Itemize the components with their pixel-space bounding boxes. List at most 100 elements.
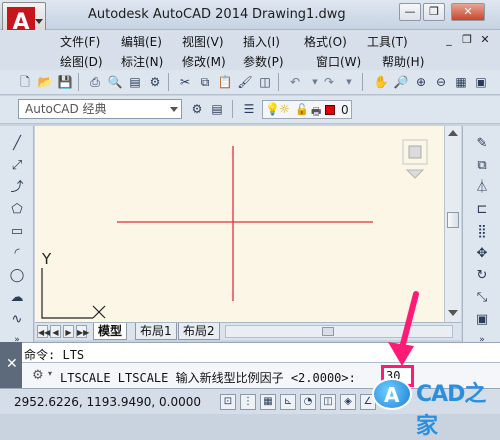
circle-icon[interactable]: ◯: [6, 266, 28, 286]
menu-edit[interactable]: 编辑(E): [121, 33, 162, 50]
menu-window[interactable]: 窗口(W): [316, 53, 361, 70]
vertical-scroll-thumb[interactable]: [447, 212, 459, 228]
undo-icon[interactable]: ↶: [286, 73, 304, 91]
scroll-up-icon[interactable]: [448, 130, 458, 136]
paste-icon[interactable]: 📋: [216, 73, 234, 91]
menu-dimension[interactable]: 标注(N): [121, 53, 163, 70]
doc-restore-icon[interactable]: ❐: [460, 33, 474, 46]
copy-icon[interactable]: ⧉: [196, 73, 214, 91]
menu-parametric[interactable]: 参数(P): [243, 53, 284, 70]
last-tab-icon[interactable]: ▶▶: [76, 325, 89, 338]
chevron-down-icon[interactable]: ▾: [48, 369, 52, 378]
tab-layout2[interactable]: 布局2: [178, 323, 220, 340]
draw-toolbar: ╱ ⤢ ⤴ ⬠ ▭ ◜ ◯ ☁ ∿ »: [0, 126, 34, 345]
revision-cloud-icon[interactable]: ☁: [6, 288, 28, 308]
viewcube-icon[interactable]: [402, 139, 428, 179]
vertical-scrollbar[interactable]: [444, 126, 461, 322]
layer-name: 0: [341, 103, 349, 117]
polyline-icon[interactable]: ⤴: [6, 178, 28, 198]
zoom-previous-icon[interactable]: ⊖: [432, 73, 450, 91]
horizontal-scroll-thumb[interactable]: [322, 327, 334, 336]
first-tab-icon[interactable]: ◀◀: [37, 325, 50, 338]
coordinate-readout: 2952.6226, 1193.9490, 0.0000: [14, 395, 202, 409]
polygon-icon[interactable]: ⬠: [6, 200, 28, 220]
save-icon[interactable]: 💾: [56, 73, 74, 91]
array-icon[interactable]: ⣿: [471, 222, 493, 242]
grid-display-icon[interactable]: ▦: [260, 394, 276, 410]
zoom-window-icon[interactable]: ⊕: [412, 73, 430, 91]
move-icon[interactable]: ✥: [471, 244, 493, 264]
open-folder-icon[interactable]: 📂: [36, 73, 54, 91]
scale-icon[interactable]: ⤡: [471, 288, 493, 308]
pan-icon[interactable]: ✋: [372, 73, 390, 91]
line-icon[interactable]: ╱: [6, 134, 28, 154]
chevron-down-icon: [170, 107, 178, 112]
offset-icon[interactable]: ⊏: [471, 200, 493, 220]
workspace-layer-toolbar: AutoCAD 经典 ⚙ ▤ ☰ 💡 ☼ 🔓 🖶 0: [0, 96, 500, 124]
block-editor-icon[interactable]: ◫: [256, 73, 274, 91]
properties-icon[interactable]: ▦: [452, 73, 470, 91]
design-center-icon[interactable]: ▣: [472, 73, 490, 91]
standard-toolbar: 🗋 📂 💾 ⎙ 🔍 ▤ ⚙ ✂ ⧉ 📋 🖌 ◫ ↶ ▼ ↷ ▼ ✋ 🔎 ⊕ ⊖ …: [0, 70, 500, 95]
cut-icon[interactable]: ✂: [176, 73, 194, 91]
command-history-text: 命令: LTS: [24, 346, 84, 363]
snap-mode-icon[interactable]: ⋮: [240, 394, 256, 410]
workspace-combo[interactable]: AutoCAD 经典: [18, 99, 182, 119]
publish-icon[interactable]: ⚙: [146, 73, 164, 91]
menu-format[interactable]: 格式(O): [304, 33, 347, 50]
doc-close-icon[interactable]: ✕: [478, 33, 492, 46]
workspace-settings-icon[interactable]: ⚙: [188, 100, 206, 118]
menu-insert[interactable]: 插入(I): [243, 33, 280, 50]
doc-minimize-icon[interactable]: _: [442, 33, 456, 46]
menu-draw[interactable]: 绘图(D): [60, 53, 103, 70]
menu-file[interactable]: 文件(F): [60, 33, 100, 50]
3d-object-snap-icon[interactable]: ◈: [340, 394, 356, 410]
tab-model[interactable]: 模型: [93, 323, 128, 340]
plot-icon[interactable]: ▤: [126, 73, 144, 91]
redo-dropdown-icon[interactable]: ▼: [340, 73, 358, 91]
arc-icon[interactable]: ◜: [6, 244, 28, 264]
chevron-down-icon: [35, 19, 43, 24]
close-icon[interactable]: ✕: [6, 356, 18, 372]
layer-properties-icon[interactable]: ☰: [240, 100, 258, 118]
erase-icon[interactable]: ✎: [471, 134, 493, 154]
watermark: A CAD之家: [368, 372, 500, 439]
object-snap-icon[interactable]: ◫: [320, 394, 336, 410]
match-properties-icon[interactable]: 🖌: [236, 73, 254, 91]
menu-modify[interactable]: 修改(M): [182, 53, 226, 70]
layer-combo[interactable]: 💡 ☼ 🔓 🖶 0: [262, 100, 352, 119]
menu-view[interactable]: 视图(V): [182, 33, 224, 50]
mirror-icon[interactable]: ⏃: [471, 178, 493, 198]
copy-object-icon[interactable]: ⧉: [471, 156, 493, 176]
polar-tracking-icon[interactable]: ◔: [300, 394, 316, 410]
construction-line-icon[interactable]: ⤢: [6, 156, 28, 176]
ucs-y-label: Y: [42, 250, 52, 268]
spline-icon[interactable]: ∿: [6, 310, 28, 330]
menu-tools[interactable]: 工具(T): [367, 33, 408, 50]
redo-icon[interactable]: ↷: [320, 73, 338, 91]
command-settings-icon[interactable]: ⚙: [32, 368, 44, 383]
restore-icon[interactable]: ❐: [423, 3, 445, 21]
sun-icon: ☼: [279, 102, 290, 116]
zoom-realtime-icon[interactable]: 🔎: [392, 73, 410, 91]
layer-color-swatch: [325, 105, 335, 115]
infer-constraints-icon[interactable]: ⊡: [220, 394, 236, 410]
stretch-icon[interactable]: ▣: [471, 310, 493, 330]
prev-tab-icon[interactable]: ◀: [50, 325, 61, 338]
close-icon[interactable]: ✕: [451, 3, 485, 21]
tab-layout1[interactable]: 布局1: [135, 323, 177, 340]
menu-bar-row-1: 文件(F) 编辑(E) 视图(V) 插入(I) 格式(O) 工具(T) _ ❐ …: [0, 30, 500, 50]
annotation-arrow: [388, 291, 419, 366]
scroll-down-icon[interactable]: [448, 310, 458, 316]
menu-help[interactable]: 帮助(H): [382, 53, 424, 70]
rectangle-icon[interactable]: ▭: [6, 222, 28, 242]
customize-icon[interactable]: ▤: [208, 100, 226, 118]
ortho-mode-icon[interactable]: ⊾: [280, 394, 296, 410]
rotate-icon[interactable]: ↻: [471, 266, 493, 286]
minimize-icon[interactable]: —: [399, 3, 421, 21]
next-tab-icon[interactable]: ▶: [63, 325, 74, 338]
print-preview-icon[interactable]: 🔍: [106, 73, 124, 91]
print-icon[interactable]: ⎙: [86, 73, 104, 91]
new-file-icon[interactable]: 🗋: [16, 73, 34, 91]
command-panel-close[interactable]: ✕: [0, 342, 22, 388]
